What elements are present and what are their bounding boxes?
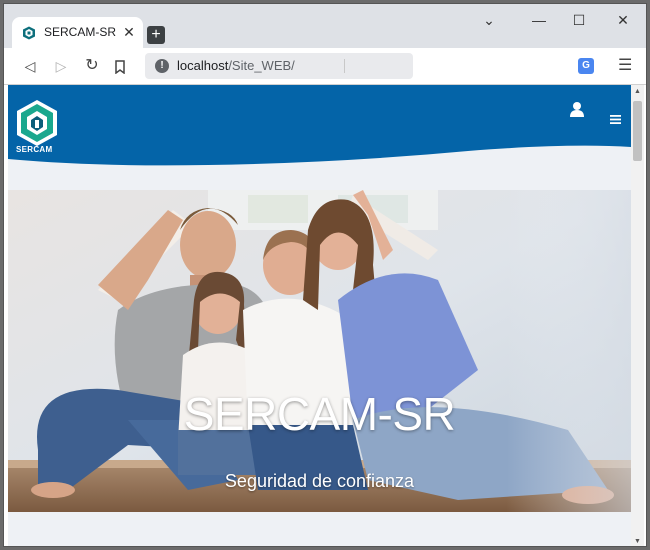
url-text[interactable]: localhost/Site_WEB/ bbox=[177, 58, 295, 73]
hero-title: SERCAM-SR bbox=[183, 388, 456, 440]
tab-sercam[interactable]: SERCAM-SR ✕ bbox=[12, 17, 143, 48]
url-separator bbox=[344, 59, 345, 73]
page-scrollbar[interactable]: ▲ ▼ bbox=[631, 85, 644, 546]
scroll-down-arrow-icon[interactable]: ▼ bbox=[631, 535, 644, 546]
maximize-button[interactable]: ☐ bbox=[564, 12, 594, 29]
hamburger-menu-icon[interactable] bbox=[610, 115, 621, 124]
scroll-thumb[interactable] bbox=[633, 101, 642, 161]
tab-strip: SERCAM-SR ✕ + ⌄ — ☐ ✕ bbox=[4, 4, 646, 48]
page-viewport: SERCAM-SR Seguridad de confianza SERCAM bbox=[8, 85, 631, 546]
forward-button[interactable]: ▷ bbox=[50, 56, 72, 76]
bookmark-icon[interactable] bbox=[114, 60, 126, 74]
minimize-button[interactable]: — bbox=[524, 12, 554, 28]
hero-image: SERCAM-SR Seguridad de confianza bbox=[8, 190, 631, 512]
url-host: localhost bbox=[177, 58, 229, 73]
reload-button[interactable]: ↻ bbox=[81, 56, 103, 76]
browser-window: SERCAM-SR ✕ + ⌄ — ☐ ✕ ◁ ▷ ↻ ! localhost/… bbox=[3, 3, 647, 547]
hero-family-photo bbox=[8, 190, 631, 512]
url-path: /Site_WEB/ bbox=[228, 58, 295, 73]
back-button[interactable]: ◁ bbox=[19, 56, 41, 76]
tab-search-chevron-icon[interactable]: ⌄ bbox=[474, 12, 504, 29]
hero-subtitle: Seguridad de confianza bbox=[224, 471, 415, 491]
new-tab-button[interactable]: + bbox=[147, 26, 165, 44]
site-header: SERCAM bbox=[8, 85, 631, 175]
close-window-button[interactable]: ✕ bbox=[608, 12, 638, 29]
address-bar[interactable]: ! localhost/Site_WEB/ bbox=[145, 53, 413, 79]
browser-menu-icon[interactable]: ☰ bbox=[618, 55, 632, 75]
site-info-icon[interactable]: ! bbox=[155, 59, 169, 73]
logo-text: SERCAM bbox=[16, 145, 53, 154]
tab-title: SERCAM-SR bbox=[44, 25, 117, 39]
tab-close-icon[interactable]: ✕ bbox=[121, 23, 137, 41]
header-wave-background bbox=[8, 85, 631, 166]
favicon-icon bbox=[23, 26, 35, 40]
browser-toolbar: ◁ ▷ ↻ ! localhost/Site_WEB/ G ☰ bbox=[4, 48, 646, 85]
translate-icon[interactable]: G bbox=[578, 58, 594, 74]
user-icon[interactable] bbox=[569, 101, 585, 117]
scroll-up-arrow-icon[interactable]: ▲ bbox=[631, 85, 644, 98]
